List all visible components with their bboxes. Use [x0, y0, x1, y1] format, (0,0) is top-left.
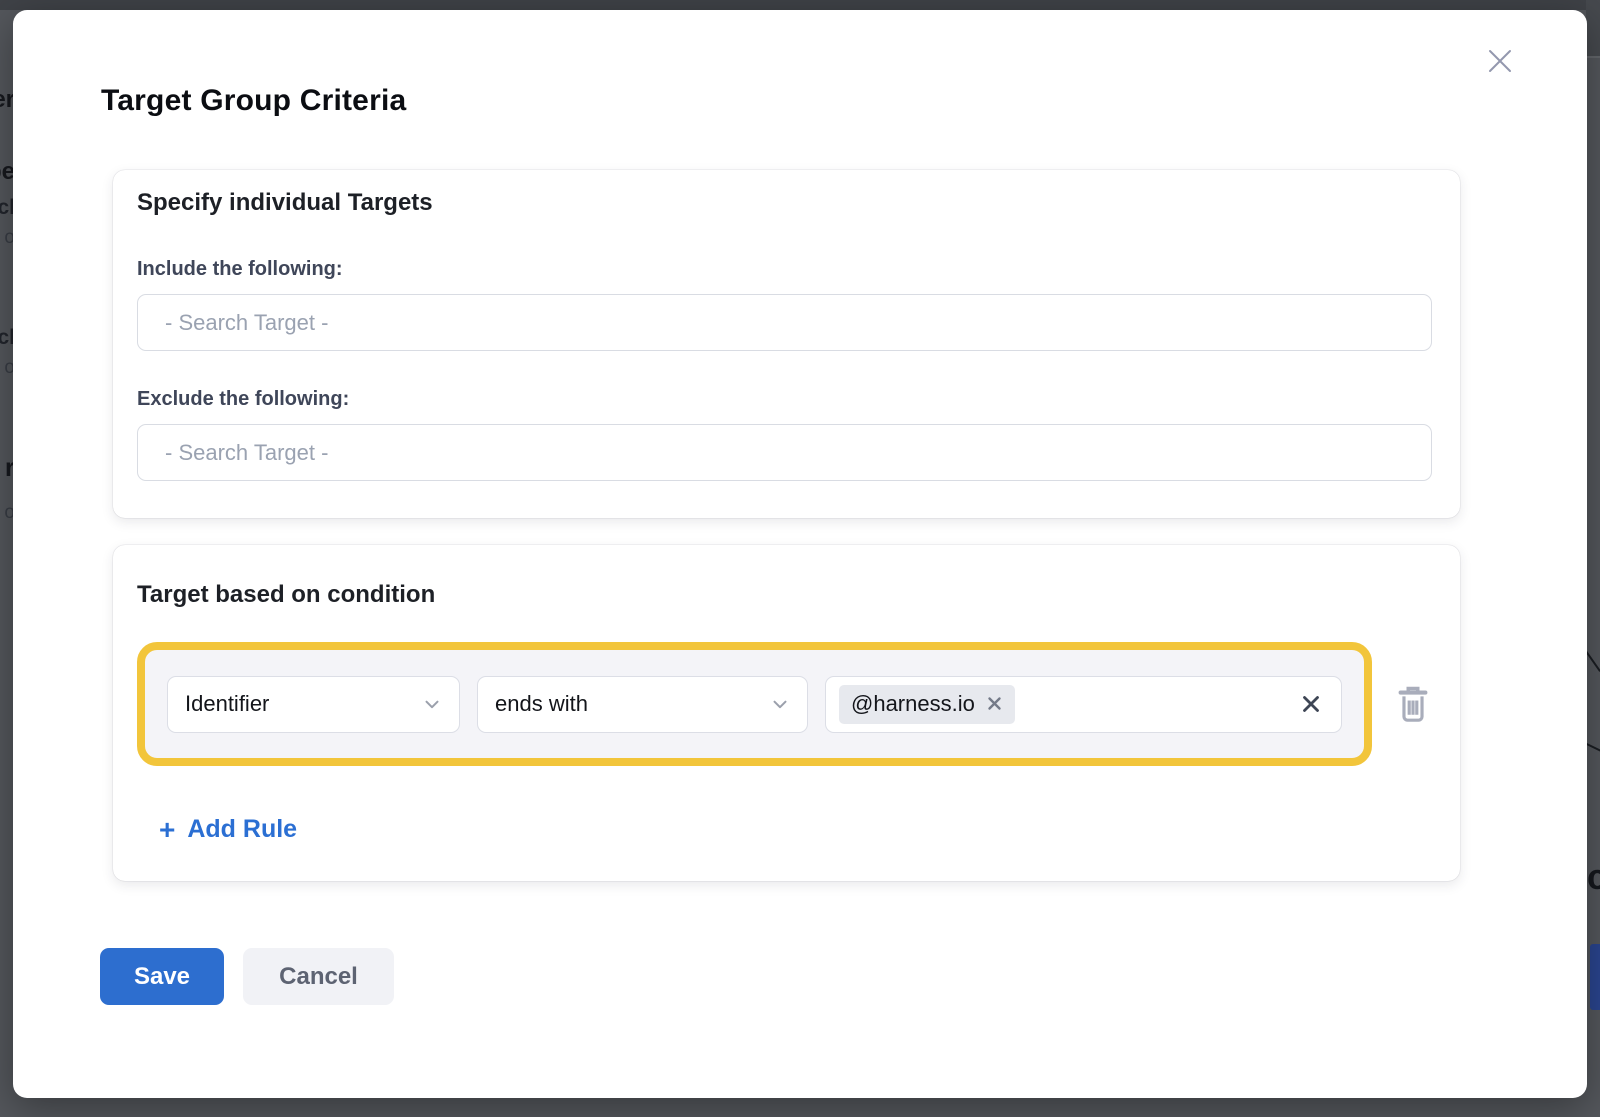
- condition-rule-line: Identifier ends with @harness.io: [137, 642, 1432, 766]
- cancel-button[interactable]: Cancel: [243, 948, 394, 1005]
- backdrop-right-divider: [1586, 56, 1600, 58]
- modal-footer: Save Cancel: [100, 948, 1587, 1005]
- individual-targets-heading: Specify individual Targets: [137, 190, 1432, 216]
- value-chip-label: @harness.io: [851, 691, 975, 717]
- include-target-input[interactable]: [137, 294, 1432, 351]
- operator-select[interactable]: ends with: [477, 676, 808, 733]
- clear-values-icon: [1299, 692, 1323, 716]
- add-rule-label: Add Rule: [187, 815, 297, 844]
- exclude-label: Exclude the following:: [137, 388, 1432, 410]
- attribute-select[interactable]: Identifier: [167, 676, 460, 733]
- backdrop-text-fragment: c: [1587, 856, 1600, 898]
- close-icon: [1482, 43, 1518, 79]
- condition-section: Target based on condition Identifier end…: [113, 545, 1460, 881]
- delete-rule-button[interactable]: [1394, 683, 1432, 725]
- close-button[interactable]: [1482, 43, 1518, 79]
- remove-value-icon[interactable]: [986, 695, 1003, 712]
- value-chip: @harness.io: [839, 685, 1015, 724]
- clear-values-button[interactable]: [1299, 692, 1323, 716]
- trash-icon: [1394, 683, 1432, 725]
- condition-heading: Target based on condition: [137, 582, 1432, 608]
- plus-icon: +: [159, 817, 175, 843]
- add-rule-button[interactable]: + Add Rule: [159, 815, 297, 844]
- save-button[interactable]: Save: [100, 948, 224, 1005]
- values-input[interactable]: @harness.io: [825, 676, 1342, 733]
- modal-title: Target Group Criteria: [101, 84, 1587, 118]
- individual-targets-section: Specify individual Targets Include the f…: [113, 170, 1460, 518]
- chevron-down-icon: [421, 693, 443, 715]
- target-group-criteria-modal: Target Group Criteria Specify individual…: [13, 10, 1587, 1098]
- condition-rule-row: Identifier ends with @harness.io: [137, 642, 1372, 766]
- exclude-target-input[interactable]: [137, 424, 1432, 481]
- operator-select-value: ends with: [495, 691, 588, 717]
- attribute-select-value: Identifier: [185, 691, 269, 717]
- backdrop-top-band: [0, 0, 1600, 10]
- chevron-down-icon: [769, 693, 791, 715]
- include-label: Include the following:: [137, 258, 1432, 280]
- backdrop-blue-element: [1590, 944, 1600, 1010]
- backdrop-right-band: [1586, 0, 1600, 56]
